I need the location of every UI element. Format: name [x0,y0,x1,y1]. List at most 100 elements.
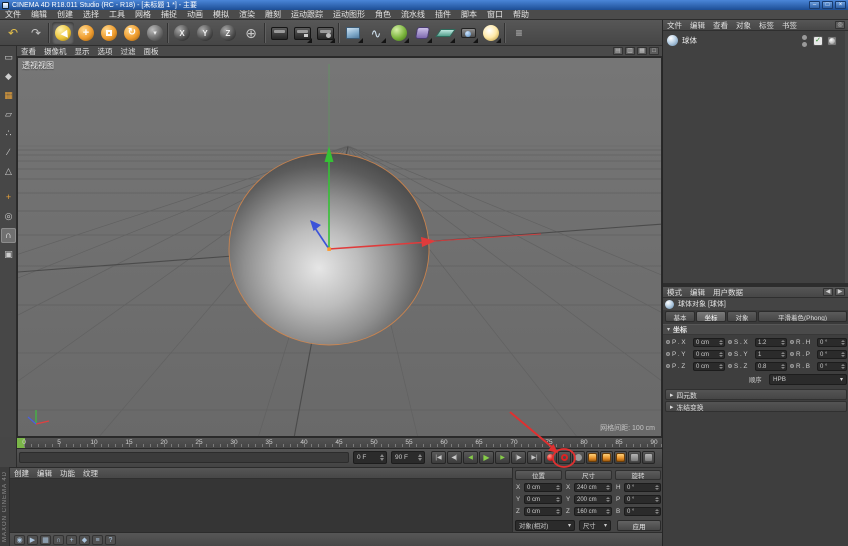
autokey-button[interactable] [558,451,571,464]
lock-workplane-button[interactable]: ▣ [1,247,16,262]
status-magnet-icon[interactable]: ∩ [53,535,64,545]
viewport-menu-display[interactable]: 显示 [71,46,94,57]
model-mode-button[interactable]: ◆ [1,69,16,84]
spinner-icon[interactable] [555,485,560,490]
materials-list-area[interactable] [10,479,512,532]
spinner-icon[interactable] [654,497,659,502]
status-grid-icon[interactable]: ▦ [40,535,51,545]
editor-visibility-dot[interactable] [802,35,807,40]
object-manager-tree[interactable]: 球体 ✓ [663,31,848,283]
rh-field[interactable]: 0 ° [817,338,847,347]
materials-menu-function[interactable]: 功能 [56,468,79,479]
history-forward-icon[interactable]: ▶ [835,288,845,296]
add-deformer-button[interactable] [411,22,433,44]
minimize-button[interactable]: – [809,1,820,9]
interface-button[interactable]: ≡ [508,22,530,44]
freeze-transform-section[interactable]: ▸ 冻结变换 [665,401,847,412]
render-picture-viewer-button[interactable] [291,22,313,44]
spinner-icon[interactable] [654,485,659,490]
rotate-tool[interactable]: ↻ [121,22,143,44]
menu-motion-tracker[interactable]: 运动跟踪 [286,10,328,20]
status-model-icon[interactable]: ◆ [79,535,90,545]
layout-two-view-icon[interactable]: ▥ [625,47,635,55]
goto-end-button[interactable]: ▶| [527,451,542,464]
enable-snap-button[interactable]: ∩ [1,228,16,243]
pos-z-field[interactable]: 0 cm [524,507,562,516]
perspective-viewport[interactable]: 透视视图 网格间距: 100 cm [17,57,662,437]
viewport-solo-button[interactable]: ◎ [1,209,16,224]
tab-coordinates[interactable]: 坐标 [696,311,726,322]
anim-dot-icon[interactable] [728,352,732,356]
size-x-field[interactable]: 240 cm [574,483,612,492]
rp-field[interactable]: 0 ° [817,350,847,359]
start-frame-field[interactable]: 0 F [353,451,387,464]
next-frame-button[interactable]: ▶ [495,451,510,464]
viewport-menu-filter[interactable]: 过滤 [117,46,140,57]
om-menu-tags[interactable]: 标签 [755,20,778,31]
tab-basic[interactable]: 基本 [665,311,695,322]
status-play-icon[interactable]: ▶ [27,535,38,545]
spinner-icon[interactable] [718,352,723,357]
px-field[interactable]: 0 cm [693,338,725,347]
lock-y-axis-button[interactable]: Y [194,22,216,44]
history-back-icon[interactable]: ◀ [823,288,833,296]
menu-simulate[interactable]: 模拟 [208,10,234,20]
pos-y-field[interactable]: 0 cm [524,495,562,504]
status-axis-icon[interactable]: + [66,535,77,545]
record-rotation-toggle[interactable] [614,451,627,464]
order-dropdown[interactable]: HPB ▾ [769,374,847,385]
record-scale-toggle[interactable] [600,451,613,464]
render-visibility-dot[interactable] [802,42,807,47]
menu-window[interactable]: 窗口 [482,10,508,20]
next-key-button[interactable]: |▶ [511,451,526,464]
menu-plugins[interactable]: 插件 [430,10,456,20]
materials-menu-texture[interactable]: 纹理 [79,468,102,479]
tab-phong[interactable]: 平滑着色(Phong) [758,311,847,322]
spinner-icon[interactable] [555,497,560,502]
size-z-field[interactable]: 160 cm [574,507,612,516]
edges-mode-button[interactable]: ∕ [1,145,16,160]
render-settings-button[interactable] [314,22,336,44]
materials-menu-edit[interactable]: 编辑 [33,468,56,479]
rot-h-field[interactable]: 0 ° [624,483,661,492]
menu-animate[interactable]: 动画 [182,10,208,20]
add-floor-button[interactable] [434,22,456,44]
record-parameter-toggle[interactable] [628,451,641,464]
lock-z-axis-button[interactable]: Z [217,22,239,44]
goto-start-button[interactable]: |◀ [431,451,446,464]
gizmo-center-handle[interactable] [327,247,331,251]
add-spline-button[interactable]: ∿ [365,22,387,44]
sx-field[interactable]: 1.2 [755,338,787,347]
add-camera-button[interactable] [457,22,479,44]
rot-p-field[interactable]: 0 ° [624,495,661,504]
am-menu-edit[interactable]: 编辑 [686,287,709,298]
spinner-icon[interactable] [780,340,785,345]
spinner-icon[interactable] [840,340,845,345]
record-keyframe-button[interactable] [544,451,557,464]
menu-file[interactable]: 文件 [0,10,26,20]
make-editable-button[interactable]: ▭ [1,50,16,65]
menu-create[interactable]: 创建 [52,10,78,20]
menu-help[interactable]: 帮助 [508,10,534,20]
anim-dot-icon[interactable] [790,364,794,368]
viewport-menu-cameras[interactable]: 摄像机 [40,46,71,57]
add-cube-button[interactable] [342,22,364,44]
menu-edit[interactable]: 编辑 [26,10,52,20]
end-frame-field[interactable]: 90 F [391,451,425,464]
menu-tools[interactable]: 工具 [104,10,130,20]
rb-field[interactable]: 0 ° [817,362,847,371]
menu-script[interactable]: 脚本 [456,10,482,20]
spinner-icon[interactable] [605,485,610,490]
points-mode-button[interactable]: ∴ [1,126,16,141]
viewport-menu-view[interactable]: 查看 [17,46,40,57]
anim-dot-icon[interactable] [666,340,670,344]
layout-single-view-icon[interactable]: ▤ [613,47,623,55]
render-view-button[interactable] [268,22,290,44]
timeline-ruler[interactable]: 0 5 10 15 20 25 30 35 40 45 50 55 60 65 … [17,437,662,449]
spinner-icon[interactable] [417,454,423,461]
rot-b-field[interactable]: 0 ° [624,507,661,516]
am-menu-userdata[interactable]: 用户数据 [709,287,747,298]
pos-x-field[interactable]: 0 cm [524,483,562,492]
spinner-icon[interactable] [379,454,385,461]
workplane-mode-button[interactable]: ▱ [1,107,16,122]
